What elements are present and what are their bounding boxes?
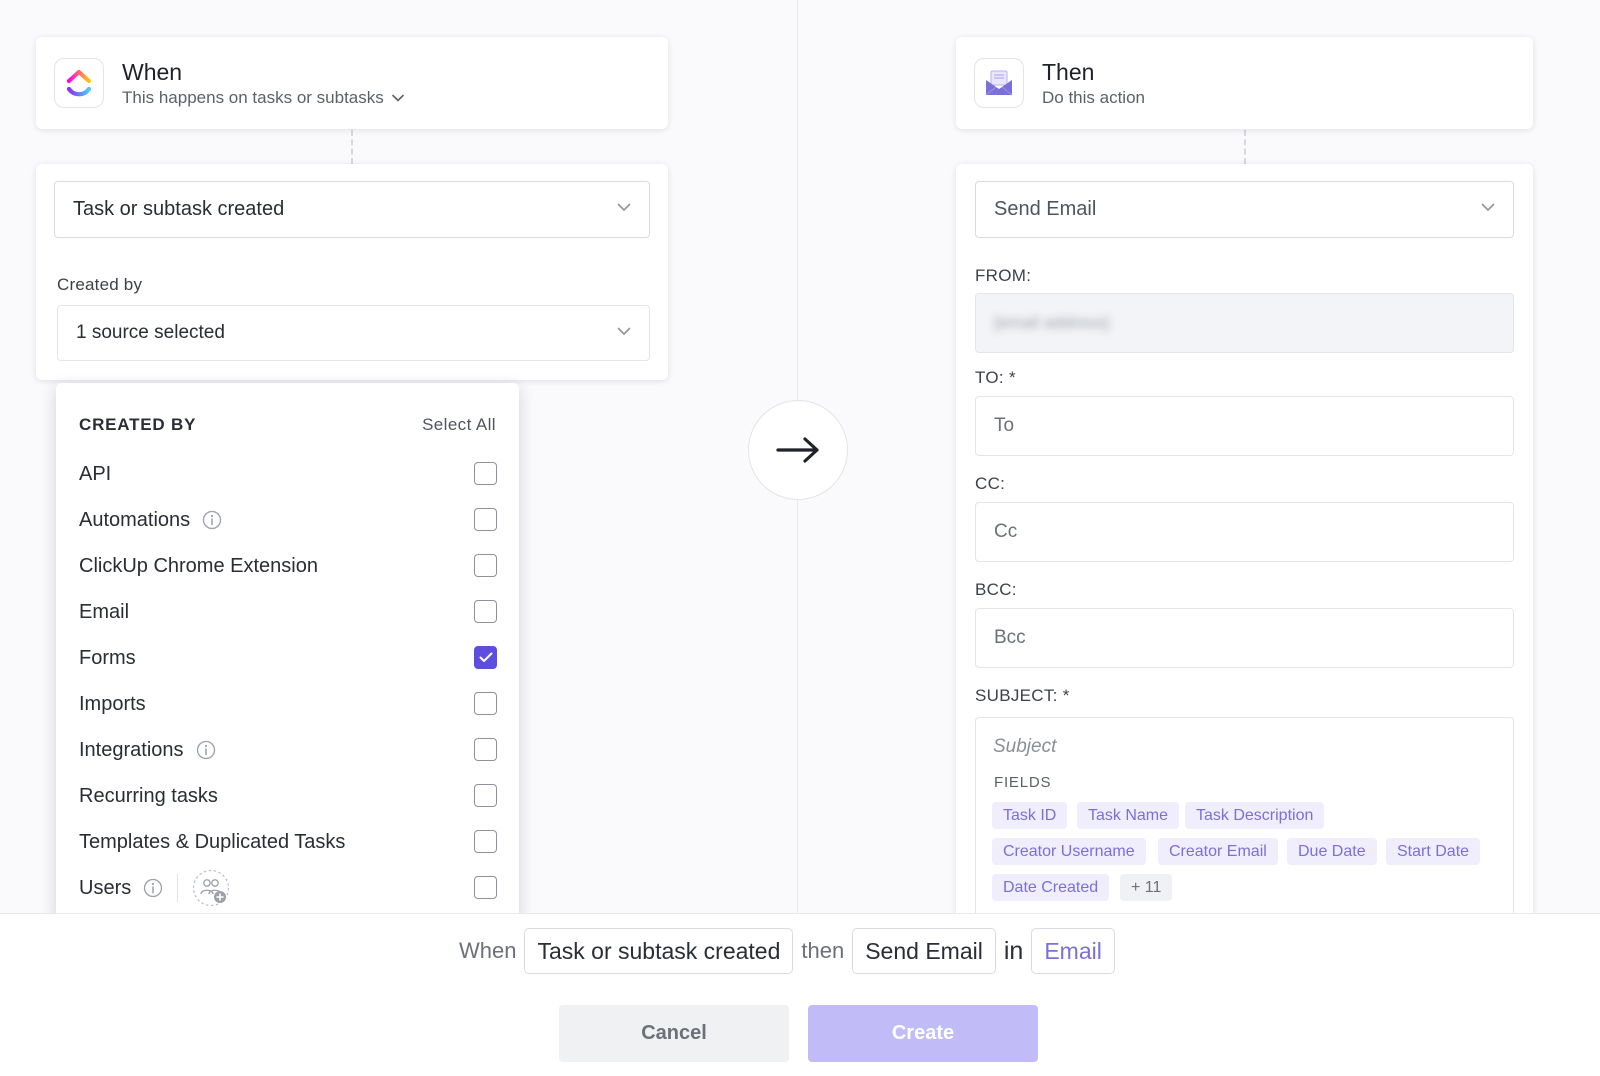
action-title: Then [1042, 59, 1095, 85]
field-chip-creator-email[interactable]: Creator Email [1158, 838, 1278, 865]
info-icon[interactable] [202, 510, 222, 530]
source-option-recurring-tasks[interactable]: Recurring tasks [79, 778, 497, 814]
checkbox-chrome-extension[interactable] [474, 554, 497, 577]
chevron-down-icon [391, 94, 404, 102]
source-option-automations[interactable]: Automations [79, 502, 497, 538]
clickup-logo-icon [54, 58, 104, 108]
action-subtitle: Do this action [1042, 88, 1145, 107]
created-by-dropdown: CREATED BY Select All API Automations Cl… [56, 383, 519, 923]
arrow-right-icon [776, 437, 819, 463]
trigger-select-value: Task or subtask created [73, 198, 285, 220]
source-option-forms[interactable]: Forms [79, 640, 497, 676]
option-label: Templates & Duplicated Tasks [79, 830, 346, 853]
fields-label: FIELDS [994, 774, 1052, 791]
summary-action-pill[interactable]: Send Email [852, 928, 996, 974]
summary-trigger-pill[interactable]: Task or subtask created [524, 928, 794, 974]
field-chip-task-description[interactable]: Task Description [1185, 802, 1325, 829]
from-field: [email address] [975, 293, 1514, 353]
source-option-email[interactable]: Email [79, 594, 497, 630]
from-value: [email address] [994, 313, 1110, 332]
separator [177, 874, 179, 902]
source-option-imports[interactable]: Imports [79, 686, 497, 722]
field-chip-due-date[interactable]: Due Date [1287, 838, 1377, 865]
field-chip-creator-username[interactable]: Creator Username [992, 838, 1146, 865]
trigger-subtitle: This happens on tasks or subtasks [122, 88, 384, 107]
checkbox-imports[interactable] [474, 692, 497, 715]
created-by-label: Created by [57, 275, 143, 294]
checkbox-email[interactable] [474, 600, 497, 623]
trigger-title: When [122, 59, 183, 85]
summary-in: in [1003, 936, 1024, 965]
action-header-card: Then Do this action [956, 37, 1533, 129]
bcc-placeholder: Bcc [994, 627, 1026, 648]
field-chip-date-created[interactable]: Date Created [992, 874, 1110, 901]
trigger-scope-selector[interactable]: This happens on tasks or subtasks [122, 88, 404, 108]
bcc-label: BCC: [975, 580, 1017, 599]
email-envelope-icon [974, 58, 1024, 108]
info-icon[interactable] [196, 740, 216, 760]
option-label: Automations [79, 508, 191, 531]
trigger-select[interactable]: Task or subtask created [54, 181, 650, 238]
cc-label: CC: [975, 474, 1006, 493]
created-by-value: 1 source selected [76, 322, 225, 343]
select-all-link[interactable]: Select All [422, 415, 496, 435]
option-label: Users [79, 876, 132, 899]
bcc-input[interactable]: Bcc [975, 608, 1514, 668]
option-label: Imports [79, 692, 146, 715]
option-label: Email [79, 600, 130, 623]
summary-sentence: When Task or subtask created then Send E… [459, 928, 1115, 974]
action-connector [1244, 130, 1246, 164]
trigger-header-card: When This happens on tasks or subtasks [36, 37, 668, 129]
action-select-value: Send Email [994, 198, 1097, 220]
checkbox-users[interactable] [474, 876, 497, 899]
cc-placeholder: Cc [994, 521, 1018, 542]
add-users-icon[interactable] [192, 869, 230, 907]
flow-arrow [748, 400, 848, 500]
checkbox-forms[interactable] [474, 646, 497, 669]
from-label: FROM: [975, 266, 1032, 285]
to-placeholder: To [994, 415, 1015, 436]
source-option-chrome-extension[interactable]: ClickUp Chrome Extension [79, 548, 497, 584]
checkmark-icon [479, 652, 492, 662]
cancel-button[interactable]: Cancel [559, 1005, 789, 1062]
option-label: Forms [79, 646, 136, 669]
option-label: Recurring tasks [79, 784, 218, 807]
checkbox-automations[interactable] [474, 508, 497, 531]
option-label: Integrations [79, 738, 184, 761]
source-option-api[interactable]: API [79, 456, 497, 492]
created-by-select[interactable]: 1 source selected [57, 305, 650, 361]
info-icon[interactable] [143, 878, 163, 898]
subject-placeholder: Subject [993, 736, 1057, 757]
dropdown-title: CREATED BY [79, 415, 197, 434]
chevron-down-icon [617, 327, 631, 336]
trigger-connector [351, 130, 353, 164]
field-chip-task-name[interactable]: Task Name [1077, 802, 1180, 829]
to-label: TO: * [975, 368, 1016, 387]
chevron-down-icon [617, 203, 631, 212]
source-option-users[interactable]: Users [79, 869, 497, 907]
option-label: ClickUp Chrome Extension [79, 554, 318, 577]
summary-when: When [459, 938, 517, 963]
checkbox-api[interactable] [474, 462, 497, 485]
subject-input[interactable]: Subject FIELDS Task ID Task Name Task De… [975, 717, 1514, 927]
summary-then: then [801, 938, 845, 963]
action-select[interactable]: Send Email [975, 181, 1514, 238]
checkbox-templates[interactable] [474, 830, 497, 853]
field-chip-start-date[interactable]: Start Date [1386, 838, 1481, 865]
create-button[interactable]: Create [808, 1005, 1038, 1062]
subject-label: SUBJECT: * [975, 686, 1070, 705]
chevron-down-icon [1481, 203, 1495, 212]
checkbox-integrations[interactable] [474, 738, 497, 761]
checkbox-recurring-tasks[interactable] [474, 784, 497, 807]
field-chip-task-id[interactable]: Task ID [992, 802, 1068, 829]
cc-input[interactable]: Cc [975, 502, 1514, 562]
summary-location-pill[interactable]: Email [1031, 928, 1115, 974]
source-option-templates[interactable]: Templates & Duplicated Tasks [79, 824, 497, 860]
option-label: API [79, 462, 112, 485]
more-fields-chip[interactable]: + 11 [1120, 874, 1173, 901]
source-option-integrations[interactable]: Integrations [79, 732, 497, 768]
to-input[interactable]: To [975, 396, 1514, 456]
